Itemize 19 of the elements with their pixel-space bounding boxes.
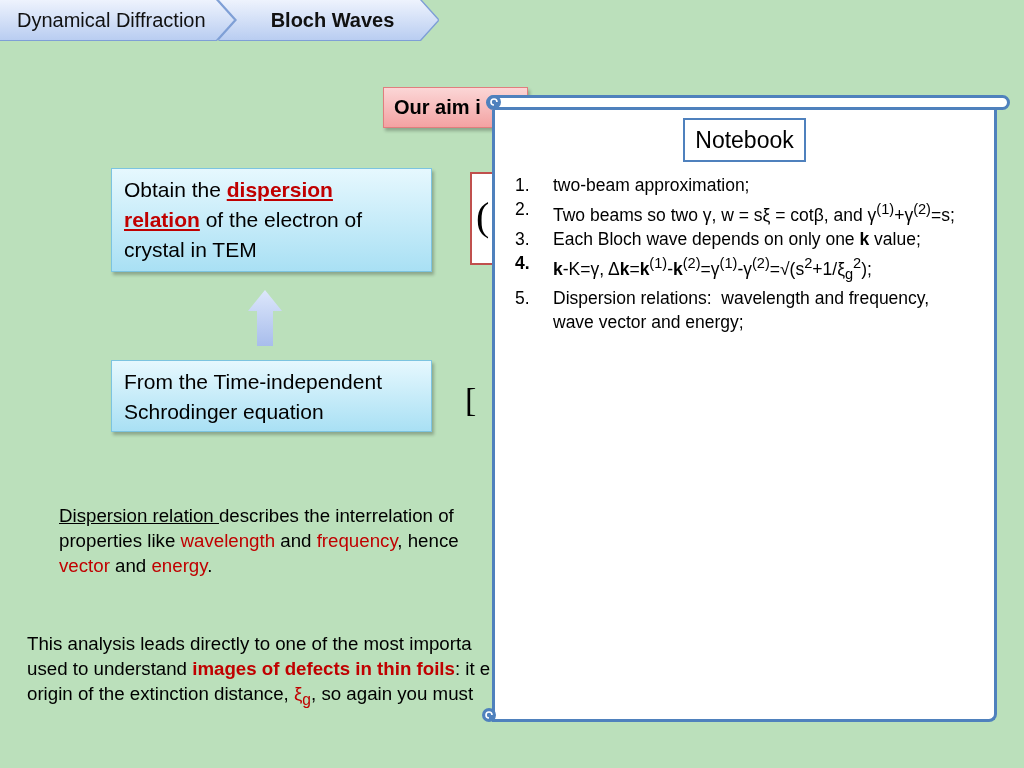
- paragraph: This analysis leads directly to one of the most importa used to understand images of defects in thin foils: it e origin of the extinction distance, ξ$_{g}$, so again you must: [27, 632, 491, 710]
- goal-callout: Obtain the dispersion relation of the electron of crystal in TEM: [111, 168, 432, 272]
- list-text: two-beam approximation;: [553, 174, 751, 197]
- list-number: 1.: [515, 174, 531, 197]
- up-arrow: [248, 290, 282, 346]
- paragraph: Dispersion relation describes the interrelation of properties like wavelength and frequency, hence vector and energy.: [59, 504, 459, 578]
- equation-text: [: [465, 381, 477, 419]
- list-number: 5.: [515, 287, 531, 311]
- list-text: k-K=γ, Δk=k$^{(1)}$-k$^{(2)}$=γ$^{(1)}$-γ$^{(2)}$=√(s$^{2}$+1/ξ$_{g}$$^{2}$);: [553, 253, 873, 285]
- source-callout: From the Time-independent Schrodinger equation: [111, 360, 432, 432]
- list-number: 3.: [515, 227, 531, 251]
- list-text: Each Bloch wave depends on only one k value;: [553, 227, 922, 251]
- list-text: Dispersion relations: wavelength and frequency, wave vector and energy;: [553, 287, 931, 335]
- list-number: 2.: [515, 198, 531, 221]
- notebook-title: Notebook: [683, 118, 806, 162]
- breadcrumb-item[interactable]: Bloch Waves: [219, 0, 438, 40]
- list-text: Two beams so two γ, w = sξ = cotβ, and γ$^{(1)}$+γ$^{(2)}$=s;: [553, 200, 956, 227]
- breadcrumb-item[interactable]: Dynamical Diffraction: [0, 0, 234, 40]
- list-number: 4.: [515, 251, 531, 275]
